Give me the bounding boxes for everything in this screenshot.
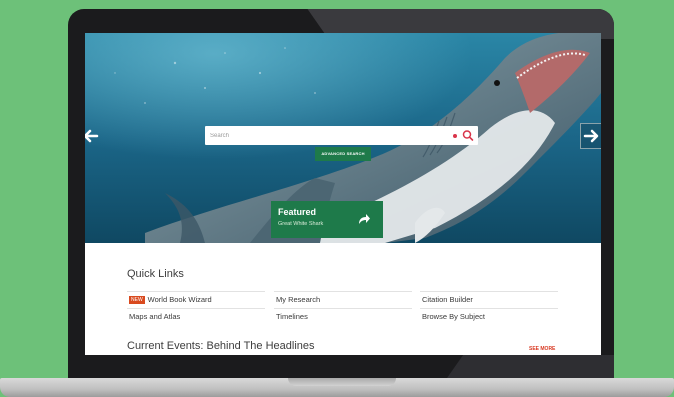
quick-link-label: My Research	[276, 295, 321, 304]
hero-banner: ADVANCED SEARCH Featured Great White Sha…	[85, 33, 601, 243]
left-arrow-icon	[85, 129, 99, 143]
right-arrow-icon	[583, 129, 599, 143]
current-events-heading: Current Events: Behind The Headlines	[127, 340, 315, 352]
featured-title: Featured	[278, 207, 317, 217]
prev-slide-button[interactable]	[85, 125, 100, 147]
quick-link-label: Citation Builder	[422, 295, 473, 304]
quick-link-world-book-wizard[interactable]: NEW World Book Wizard	[127, 291, 265, 307]
search-bar	[205, 126, 478, 145]
quick-link-label: Timelines	[276, 312, 308, 321]
quick-link-browse-by-subject[interactable]: Browse By Subject	[420, 308, 558, 324]
quick-link-citation-builder[interactable]: Citation Builder	[420, 291, 558, 307]
microphone-icon[interactable]	[453, 134, 457, 138]
quick-link-timelines[interactable]: Timelines	[274, 308, 412, 324]
next-slide-button[interactable]	[580, 123, 601, 149]
search-icon	[462, 130, 474, 141]
quick-links-row: Maps and Atlas Timelines Browse By Subje…	[127, 308, 558, 325]
search-button[interactable]	[461, 128, 475, 143]
search-input[interactable]	[205, 126, 450, 145]
featured-card[interactable]: Featured Great White Shark	[271, 201, 383, 238]
advanced-search-button[interactable]: ADVANCED SEARCH	[315, 147, 371, 161]
quick-links-grid: NEW World Book Wizard My Research Citatio…	[127, 291, 558, 325]
quick-links-row: NEW World Book Wizard My Research Citatio…	[127, 291, 558, 308]
quick-link-label: Maps and Atlas	[129, 312, 181, 321]
quick-link-label: World Book Wizard	[147, 295, 212, 304]
laptop-notch	[288, 378, 396, 386]
share-icon[interactable]	[356, 211, 372, 227]
new-badge: NEW	[129, 296, 145, 304]
browser-screen: ADVANCED SEARCH Featured Great White Sha…	[85, 33, 601, 355]
see-more-link[interactable]: SEE MORE	[529, 346, 555, 352]
quick-link-maps-and-atlas[interactable]: Maps and Atlas	[127, 308, 265, 324]
quick-link-my-research[interactable]: My Research	[274, 291, 412, 307]
quick-link-label: Browse By Subject	[422, 312, 485, 321]
quick-links-heading: Quick Links	[127, 268, 184, 280]
featured-subtitle: Great White Shark	[278, 221, 324, 227]
